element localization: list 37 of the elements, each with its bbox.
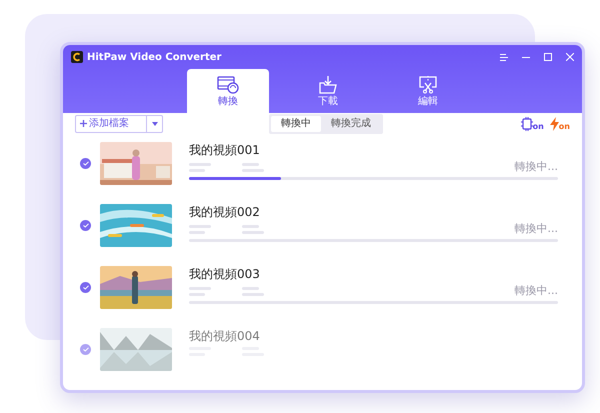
maximize-icon[interactable]: [544, 53, 552, 61]
check-icon: [82, 285, 88, 290]
plus-icon: [80, 120, 87, 127]
caret-icon[interactable]: [152, 122, 158, 126]
check-icon: [82, 223, 88, 228]
tab[interactable]: 下載: [287, 69, 369, 113]
video-title: 我的視頻003: [189, 266, 261, 282]
check-icon: [82, 347, 88, 352]
video-title: 我的視頻004: [189, 328, 261, 344]
window-title: HitPaw Video Converter: [87, 50, 222, 64]
acceleration-status: on: [532, 122, 544, 130]
tab[interactable]: 編輯: [387, 69, 469, 113]
status-text: 轉換中...: [514, 223, 558, 234]
status-text: 轉換中...: [514, 161, 558, 172]
checkbox[interactable]: [80, 220, 91, 231]
check-icon: [82, 161, 88, 166]
acceleration-status: on: [558, 122, 570, 130]
checkbox[interactable]: [80, 344, 91, 355]
add-file-dropdown[interactable]: 添加檔案: [75, 114, 163, 132]
tab[interactable]: 轉換: [187, 69, 269, 113]
download-folder-icon: [318, 75, 338, 94]
minimize-icon[interactable]: [522, 56, 530, 58]
status-text: 轉換中...: [514, 285, 558, 296]
menu-icon[interactable]: [500, 54, 508, 60]
scissors-frame-icon: [418, 75, 438, 94]
checkbox[interactable]: [80, 282, 91, 293]
app-logo-icon: [71, 51, 83, 63]
video-title: 我的視頻001: [189, 142, 261, 158]
lightning-icon[interactable]: [550, 116, 559, 130]
chip-icon[interactable]: [520, 116, 533, 130]
add-file-button[interactable]: 添加檔案: [76, 116, 146, 132]
checkbox[interactable]: [80, 158, 91, 169]
video-title: 我的視頻002: [189, 204, 261, 220]
close-icon[interactable]: [566, 53, 574, 61]
segment-tab[interactable]: 轉換中: [271, 116, 321, 132]
film-refresh-icon: [217, 76, 239, 94]
segment-tab[interactable]: 轉換完成: [321, 116, 381, 132]
